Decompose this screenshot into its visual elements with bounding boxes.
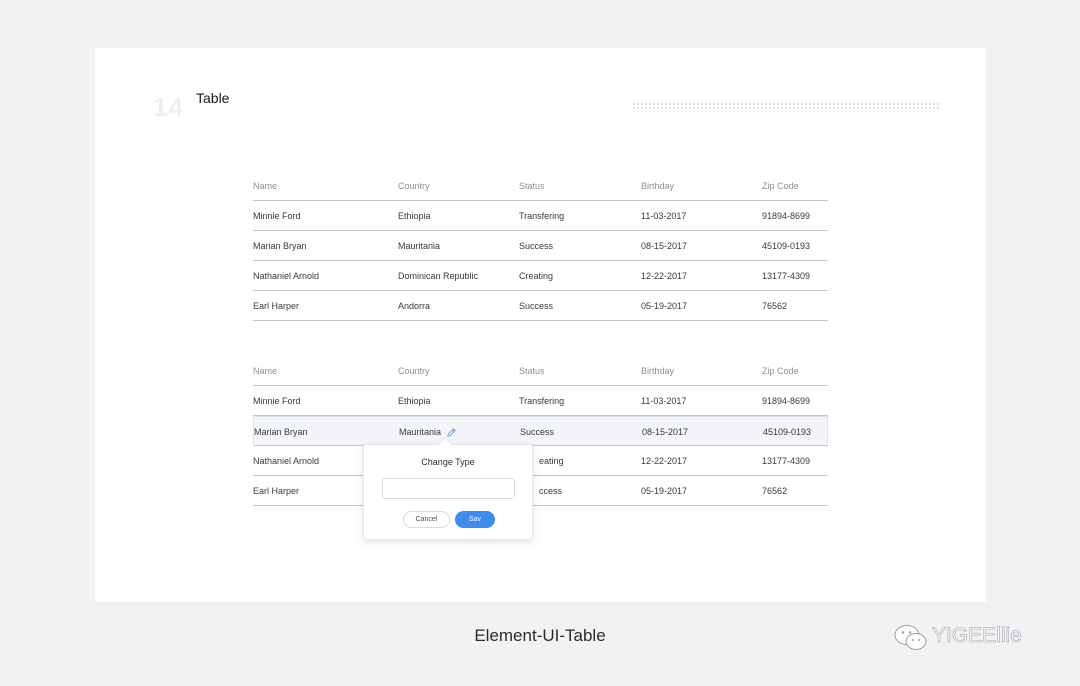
cell-status: Success	[519, 301, 554, 311]
table-header: Name Country Status Birthday Zip Code	[253, 171, 828, 201]
header-birthday[interactable]: Birthday	[641, 356, 674, 386]
decorative-dots	[632, 102, 941, 110]
cell-birthday: 12-22-2017	[641, 456, 688, 466]
header-name[interactable]: Name	[253, 171, 277, 201]
table-row[interactable]: Marian Bryan Mauritania Success 08-15-20…	[253, 231, 828, 261]
section-number: 14	[153, 92, 184, 122]
cancel-button[interactable]: Cancel	[403, 511, 450, 528]
cell-zip-code: 13177-4309	[762, 456, 811, 466]
table-header: Name Country Status Birthday Zip Code	[253, 356, 828, 386]
cell-country: Mauritania	[398, 241, 441, 251]
cell-zip-code: 13177-4309	[762, 271, 811, 281]
cell-name: Minnie Ford	[253, 396, 301, 406]
cell-name: Earl Harper	[253, 301, 300, 311]
cell-name: Nathaniel Arnold	[253, 456, 320, 466]
cell-zip-code: 91894-8699	[762, 396, 811, 406]
popover-title: Change Type	[421, 457, 475, 467]
cell-birthday: 05-19-2017	[641, 301, 688, 311]
cell-status: ccess	[539, 486, 563, 496]
cell-status: Success	[519, 241, 554, 251]
table-row[interactable]: Earl Harper ccess 05-19-2017 76562	[253, 476, 828, 506]
table-row[interactable]: Earl Harper Andorra Success 05-19-2017 7…	[253, 291, 828, 321]
cell-country: Ethiopia	[398, 396, 431, 406]
watermark: YIGEEllie	[932, 624, 1022, 648]
table-row[interactable]: Nathaniel Arnold eating 12-22-2017 13177…	[253, 446, 828, 476]
edit-pencil-icon[interactable]	[446, 427, 457, 438]
cell-country: Andorra	[398, 301, 431, 311]
save-button[interactable]: Sav	[455, 511, 495, 528]
cell-zip-code: 76562	[762, 486, 788, 496]
cell-birthday: 12-22-2017	[641, 271, 688, 281]
cell-birthday: 05-19-2017	[641, 486, 688, 496]
table-row-hovered[interactable]: Marian Bryan Mauritania Success 08-15-20…	[253, 416, 828, 446]
cell-status: Transfering	[519, 396, 565, 406]
cell-zip-code: 45109-0193	[762, 241, 811, 251]
cell-status: Creating	[519, 271, 554, 281]
header-zip-code[interactable]: Zip Code	[762, 171, 799, 201]
cell-birthday: 08-15-2017	[642, 427, 689, 437]
cell-zip-code: 45109-0193	[763, 427, 812, 437]
table-row[interactable]: Minnie Ford Ethiopia Transfering 11-03-2…	[253, 386, 828, 416]
header-status[interactable]: Status	[519, 171, 545, 201]
table-editable: Name Country Status Birthday Zip Code Mi…	[253, 356, 828, 506]
wechat-icon	[894, 625, 927, 650]
cell-name: Nathaniel Arnold	[253, 271, 320, 281]
cell-country: Ethiopia	[398, 211, 431, 221]
cell-name: Earl Harper	[253, 486, 300, 496]
cell-status: Transfering	[519, 211, 565, 221]
header-name[interactable]: Name	[253, 356, 277, 386]
section-title: Table	[196, 90, 230, 106]
cell-status: Success	[520, 427, 555, 437]
cell-birthday: 11-03-2017	[641, 211, 687, 221]
header-birthday[interactable]: Birthday	[641, 171, 674, 201]
header-country[interactable]: Country	[398, 171, 430, 201]
cell-zip-code: 91894-8699	[762, 211, 811, 221]
header-status[interactable]: Status	[519, 356, 545, 386]
cell-birthday: 11-03-2017	[641, 396, 687, 406]
header-country[interactable]: Country	[398, 356, 430, 386]
cell-country: Mauritania	[399, 427, 442, 437]
change-type-popover: Change Type Cancel Sav	[363, 436, 533, 540]
table-basic: Name Country Status Birthday Zip Code Mi…	[253, 171, 828, 321]
cell-zip-code: 76562	[762, 301, 788, 311]
change-type-input[interactable]	[382, 478, 515, 499]
table-row[interactable]: Minnie Ford Ethiopia Transfering 11-03-2…	[253, 201, 828, 231]
cell-name: Minnie Ford	[253, 211, 301, 221]
content-card: 14 Table Name Country Status Birthday Zi…	[95, 48, 986, 602]
cell-name: Marian Bryan	[253, 241, 307, 251]
cell-name: Marian Bryan	[254, 427, 308, 437]
header-zip-code[interactable]: Zip Code	[762, 356, 799, 386]
cell-country: Dominican Republic	[398, 271, 479, 281]
table-row[interactable]: Nathaniel Arnold Dominican Republic Crea…	[253, 261, 828, 291]
cell-status: eating	[539, 456, 564, 466]
cell-birthday: 08-15-2017	[641, 241, 688, 251]
